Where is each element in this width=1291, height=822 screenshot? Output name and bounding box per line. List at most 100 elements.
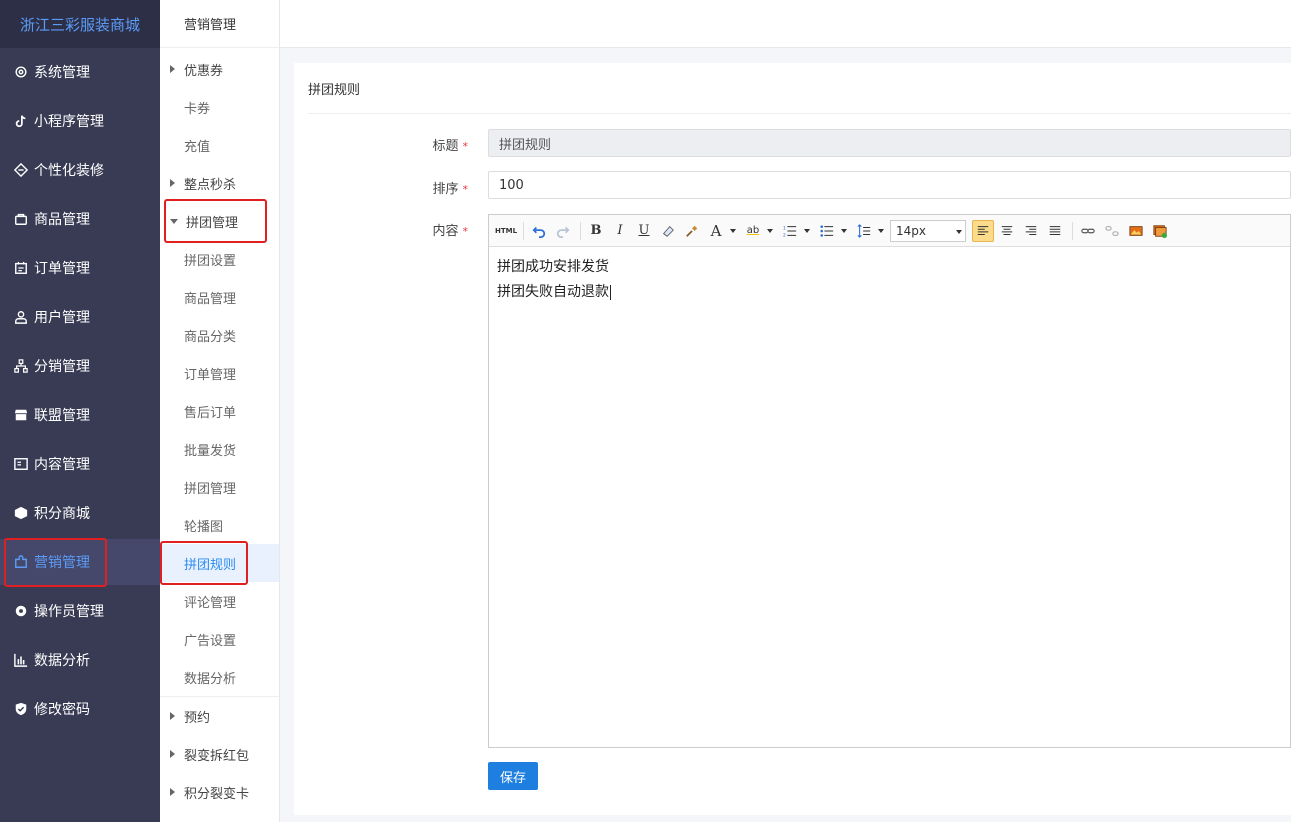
sort-input[interactable]: 100 bbox=[488, 171, 1291, 199]
submenu-item-5[interactable]: 拼团设置 bbox=[160, 240, 279, 278]
sidebar-item-label: 联盟管理 bbox=[34, 408, 90, 424]
sidebar-item-label: 修改密码 bbox=[34, 702, 90, 718]
font-color-button: A bbox=[710, 221, 722, 240]
submenu-item-0[interactable]: 优惠券 bbox=[160, 50, 279, 88]
editor-content[interactable]: 拼团成功安排发货 拼团失败自动退款 bbox=[489, 247, 1290, 313]
submenu-item-12[interactable]: 轮播图 bbox=[160, 506, 279, 544]
sidebar-item-5[interactable]: 用户管理 bbox=[0, 294, 160, 340]
submenu-item-13[interactable]: 拼团规则 bbox=[160, 544, 279, 582]
sidebar-item-1[interactable]: 小程序管理 bbox=[0, 98, 160, 144]
caret-right-icon bbox=[170, 750, 175, 758]
tiktok-icon bbox=[14, 114, 28, 128]
bold-button[interactable]: B bbox=[585, 220, 607, 242]
submenu-item-label: 广告设置 bbox=[184, 633, 237, 649]
submenu-item-label: 拼团设置 bbox=[184, 253, 237, 269]
align-justify-icon[interactable] bbox=[1044, 220, 1066, 242]
sidebar-item-6[interactable]: 分销管理 bbox=[0, 343, 160, 389]
submenu-item-label: 充值 bbox=[184, 139, 211, 155]
submenu-item-10[interactable]: 批量发货 bbox=[160, 430, 279, 468]
required-mark: * bbox=[462, 225, 469, 238]
submenu-item-17[interactable]: 预约 bbox=[160, 697, 279, 735]
sidebar-item-9[interactable]: 积分商城 bbox=[0, 490, 160, 536]
submenu-item-label: 拼团规则 bbox=[184, 557, 237, 573]
redo-icon[interactable] bbox=[552, 220, 574, 242]
sidebar-item-11[interactable]: 操作员管理 bbox=[0, 588, 160, 634]
sidebar-item-label: 数据分析 bbox=[34, 653, 90, 669]
save-button[interactable]: 保存 bbox=[488, 762, 538, 790]
bar-chart-icon bbox=[14, 653, 28, 667]
align-left-icon[interactable] bbox=[972, 219, 994, 242]
sidebar-item-4[interactable]: 订单管理 bbox=[0, 245, 160, 291]
chevron-down-icon bbox=[804, 228, 810, 233]
submenu-item-label: 商品管理 bbox=[184, 291, 237, 307]
sidebar-item-7[interactable]: 联盟管理 bbox=[0, 392, 160, 438]
font-size-select[interactable]: 14px bbox=[890, 219, 966, 242]
italic-button[interactable]: I bbox=[609, 220, 631, 242]
calendar-icon bbox=[14, 261, 28, 275]
caret-down-icon bbox=[170, 218, 178, 224]
puzzle-icon bbox=[14, 555, 28, 569]
ordered-list-dropdown[interactable]: 12 bbox=[779, 220, 810, 242]
caret-right-icon bbox=[170, 65, 175, 73]
svg-text:1: 1 bbox=[783, 225, 786, 231]
user-icon bbox=[14, 310, 28, 324]
submenu-item-8[interactable]: 订单管理 bbox=[160, 354, 279, 392]
sidebar-item-label: 分销管理 bbox=[34, 359, 90, 375]
link-icon[interactable] bbox=[1077, 220, 1099, 242]
unlink-icon[interactable] bbox=[1101, 220, 1123, 242]
submenu-item-1[interactable]: 卡券 bbox=[160, 88, 279, 126]
html-source-button[interactable]: HTML bbox=[495, 220, 517, 242]
line-height-dropdown[interactable] bbox=[853, 220, 884, 242]
submenu-item-19[interactable]: 积分裂变卡 bbox=[160, 773, 279, 811]
align-center-icon[interactable] bbox=[996, 220, 1018, 242]
underline-button[interactable]: U bbox=[633, 220, 655, 242]
format-brush-icon[interactable] bbox=[681, 220, 703, 242]
sidebar-item-12[interactable]: 数据分析 bbox=[0, 637, 160, 683]
font-color-dropdown[interactable]: A bbox=[705, 220, 736, 242]
store-icon bbox=[14, 408, 28, 422]
sitemap-icon bbox=[14, 359, 28, 373]
eraser-icon[interactable] bbox=[657, 220, 679, 242]
multi-image-icon[interactable] bbox=[1149, 220, 1171, 242]
rich-text-editor: HTML B I U A ab 1 2 14px 拼团成功安排发货 拼团失败自动… bbox=[488, 214, 1291, 748]
submenu-item-16[interactable]: 数据分析 bbox=[160, 658, 279, 696]
sidebar-item-3[interactable]: 商品管理 bbox=[0, 196, 160, 242]
sidebar-item-13[interactable]: 修改密码 bbox=[0, 686, 160, 732]
caret-right-icon bbox=[170, 788, 175, 796]
submenu-header: 营销管理 bbox=[160, 0, 279, 48]
image-icon[interactable] bbox=[1125, 220, 1147, 242]
sidebar-item-label: 个性化装修 bbox=[34, 163, 104, 179]
submenu-item-4[interactable]: 拼团管理 bbox=[160, 202, 279, 240]
sidebar-item-10[interactable]: 营销管理 bbox=[0, 539, 160, 585]
panel-title: 拼团规则 bbox=[308, 83, 361, 98]
undo-icon[interactable] bbox=[528, 220, 550, 242]
line-height-icon bbox=[853, 220, 875, 242]
submenu-item-2[interactable]: 充值 bbox=[160, 126, 279, 164]
submenu-item-9[interactable]: 售后订单 bbox=[160, 392, 279, 430]
submenu-item-18[interactable]: 裂变拆红包 bbox=[160, 735, 279, 773]
submenu-item-15[interactable]: 广告设置 bbox=[160, 620, 279, 658]
sidebar-item-2[interactable]: 个性化装修 bbox=[0, 147, 160, 193]
submenu-divider bbox=[160, 696, 279, 697]
content-panel: 拼团规则 标题* 拼团规则 排序* 100 内容* HTML B I U bbox=[294, 63, 1291, 815]
align-right-icon[interactable] bbox=[1020, 220, 1042, 242]
sidebar-item-0[interactable]: 系统管理 bbox=[0, 49, 160, 95]
submenu-item-11[interactable]: 拼团管理 bbox=[160, 468, 279, 506]
sidebar-item-label: 用户管理 bbox=[34, 310, 90, 326]
sidebar-item-8[interactable]: 内容管理 bbox=[0, 441, 160, 487]
unordered-list-dropdown[interactable] bbox=[816, 220, 847, 242]
submenu-item-3[interactable]: 整点秒杀 bbox=[160, 164, 279, 202]
submenu-item-label: 卡券 bbox=[184, 101, 211, 117]
title-input[interactable]: 拼团规则 bbox=[488, 129, 1291, 157]
submenu-item-14[interactable]: 评论管理 bbox=[160, 582, 279, 620]
submenu-item-6[interactable]: 商品管理 bbox=[160, 278, 279, 316]
content-label: 内容 * bbox=[308, 220, 468, 239]
submenu-item-7[interactable]: 商品分类 bbox=[160, 316, 279, 354]
highlight-dropdown[interactable]: ab bbox=[742, 220, 773, 242]
submenu-item-label: 商品分类 bbox=[184, 329, 237, 345]
chevron-down-icon bbox=[956, 229, 962, 234]
required-mark: * bbox=[462, 140, 469, 153]
chevron-down-icon bbox=[767, 228, 773, 233]
editor-line-1: 拼团成功安排发货 bbox=[497, 259, 609, 275]
submenu-item-label: 轮播图 bbox=[184, 519, 224, 535]
